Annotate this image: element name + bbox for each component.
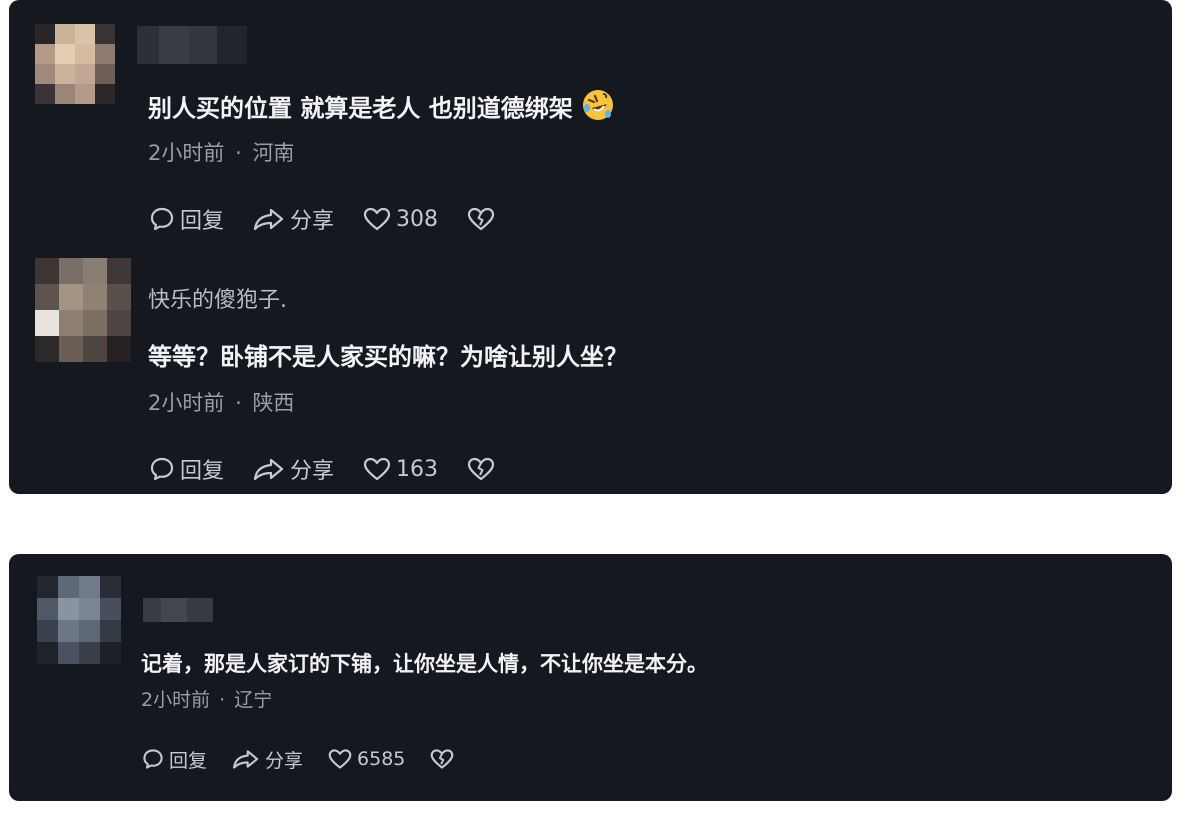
timestamp: 2小时前 — [148, 391, 225, 415]
like-count: 308 — [396, 206, 439, 232]
dislike-button[interactable] — [466, 205, 496, 233]
timestamp: 2小时前 — [148, 141, 225, 165]
comment-bubble-icon — [141, 747, 165, 771]
broken-heart-icon — [466, 205, 496, 233]
timestamp: 2小时前 — [141, 689, 211, 711]
comment-meta: 2小时前 · 辽宁 — [141, 686, 272, 714]
comment-meta: 2小时前 · 陕西 — [148, 388, 294, 418]
dislike-button[interactable] — [466, 455, 496, 483]
share-button[interactable]: 分享 — [231, 746, 303, 773]
username-blurred[interactable] — [137, 26, 247, 64]
comment-panel: 别人买的位置 就算是老人 也别道德绑架 2小时前 · 河南 回复 分享 308 … — [9, 0, 1172, 494]
like-count: 6585 — [357, 748, 406, 770]
reply-label: 回复 — [180, 209, 225, 234]
location: 辽宁 — [234, 689, 273, 711]
avatar[interactable] — [37, 576, 121, 664]
dislike-button[interactable] — [429, 747, 455, 771]
broken-heart-icon — [466, 455, 496, 483]
heart-icon — [362, 455, 392, 483]
share-arrow-icon — [252, 455, 286, 483]
share-label: 分享 — [290, 209, 335, 234]
share-label: 分享 — [290, 459, 335, 484]
comment-actions: 回复 分享 6585 — [141, 744, 455, 774]
reply-button[interactable]: 回复 — [148, 453, 224, 485]
meta-separator: · — [219, 689, 226, 711]
location: 河南 — [252, 141, 295, 165]
avatar[interactable] — [35, 258, 131, 362]
comment-text: 记着，那是人家订的下铺，让你坐是人情，不让你坐是本分。 — [141, 652, 708, 676]
share-arrow-icon — [231, 747, 261, 771]
meta-separator: · — [235, 391, 242, 415]
location: 陕西 — [252, 391, 295, 415]
reply-label: 回复 — [180, 459, 225, 484]
heart-icon — [362, 205, 392, 233]
share-label: 分享 — [265, 749, 304, 772]
comment-meta: 2小时前 · 河南 — [148, 138, 294, 168]
heart-icon — [327, 747, 353, 771]
like-button[interactable]: 308 — [362, 205, 438, 233]
comment-text: 等等？卧铺不是人家买的嘛？为啥让别人坐？ — [148, 343, 628, 371]
share-button[interactable]: 分享 — [252, 203, 334, 235]
like-button[interactable]: 163 — [362, 455, 438, 483]
comment-actions: 回复 分享 308 — [148, 202, 496, 236]
comment-actions: 回复 分享 163 — [148, 452, 496, 486]
comment-text: 别人买的位置 就算是老人 也别道德绑架 — [148, 88, 615, 131]
avatar[interactable] — [35, 24, 115, 104]
comment-bubble-icon — [148, 455, 176, 483]
like-button[interactable]: 6585 — [327, 747, 405, 771]
share-button[interactable]: 分享 — [252, 453, 334, 485]
meta-separator: · — [235, 141, 242, 165]
broken-heart-icon — [429, 747, 455, 771]
comment-panel: 记着，那是人家订的下铺，让你坐是人情，不让你坐是本分。 2小时前 · 辽宁 回复… — [9, 554, 1172, 801]
reply-label: 回复 — [169, 749, 208, 772]
share-arrow-icon — [252, 205, 286, 233]
reply-button[interactable]: 回复 — [141, 746, 207, 773]
like-count: 163 — [396, 456, 439, 482]
comment-bubble-icon — [148, 205, 176, 233]
username-blurred[interactable] — [143, 598, 213, 622]
username[interactable]: 快乐的傻狍子. — [148, 286, 287, 316]
rolling-on-floor-laughing-emoji-icon — [581, 88, 615, 131]
reply-button[interactable]: 回复 — [148, 203, 224, 235]
